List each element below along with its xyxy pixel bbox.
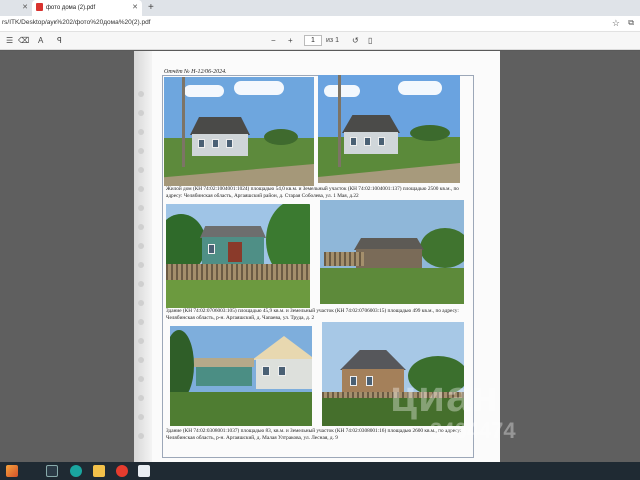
pdf-icon xyxy=(36,3,43,12)
start-icon[interactable] xyxy=(6,465,18,477)
new-tab-button[interactable]: + xyxy=(148,0,154,16)
eraser-icon[interactable]: ⌫ xyxy=(18,35,29,47)
page-number-input[interactable]: 1 xyxy=(304,35,322,46)
yandex-icon[interactable] xyxy=(116,465,128,477)
document-icon[interactable] xyxy=(138,465,150,477)
read-aloud-icon[interactable]: ꟼ xyxy=(57,35,62,47)
photo-house-1a xyxy=(164,77,314,186)
taskbar xyxy=(0,462,640,480)
address-bar[interactable]: rs/ITK/Desktop/аук%202/фото%20дома%20(2)… xyxy=(0,16,640,32)
zoom-out-button[interactable]: − xyxy=(271,35,276,47)
page-total: из 1 xyxy=(326,37,339,44)
rotate-icon[interactable]: ↺ xyxy=(352,35,359,47)
tab-active-pdf[interactable]: фото дома (2).pdf ✕ xyxy=(32,0,142,16)
zoom-in-button[interactable]: + xyxy=(288,35,293,47)
favorite-star-icon[interactable]: ☆ xyxy=(612,18,620,29)
pdf-toolbar: ☰ ⌫ A ꟼ − + 1 из 1 ↺ ▯ xyxy=(0,32,640,50)
tab-previous[interactable]: ✕ xyxy=(0,0,32,16)
text-size-button[interactable]: A xyxy=(38,35,43,47)
photo-house-1b xyxy=(318,75,460,183)
caption-3: Здание (КН 74:02:0308001:1037) площадью … xyxy=(166,428,462,441)
photo-house-2b xyxy=(320,200,464,304)
watermark-number: 3464474 xyxy=(430,418,516,443)
photo-house-3a xyxy=(170,326,312,426)
binding-holes xyxy=(138,91,146,461)
close-tab-icon[interactable]: ✕ xyxy=(132,0,138,16)
tab-title: фото дома (2).pdf xyxy=(46,5,96,11)
explorer-icon[interactable] xyxy=(93,465,105,477)
favorites-icon[interactable]: ⧉ xyxy=(628,18,634,28)
edge-icon[interactable] xyxy=(70,465,82,477)
two-page-icon[interactable]: ▯ xyxy=(368,35,372,47)
browser-tab-bar: ✕ фото дома (2).pdf ✕ + xyxy=(0,0,640,16)
watermark-brand: циан xyxy=(390,372,500,421)
list-icon[interactable]: ☰ xyxy=(6,35,13,47)
close-tab-icon[interactable]: ✕ xyxy=(22,0,28,16)
photo-house-2a xyxy=(166,204,310,308)
url-text[interactable]: rs/ITK/Desktop/аук%202/фото%20дома%20(2)… xyxy=(2,19,151,26)
taskview-icon[interactable] xyxy=(46,465,58,477)
